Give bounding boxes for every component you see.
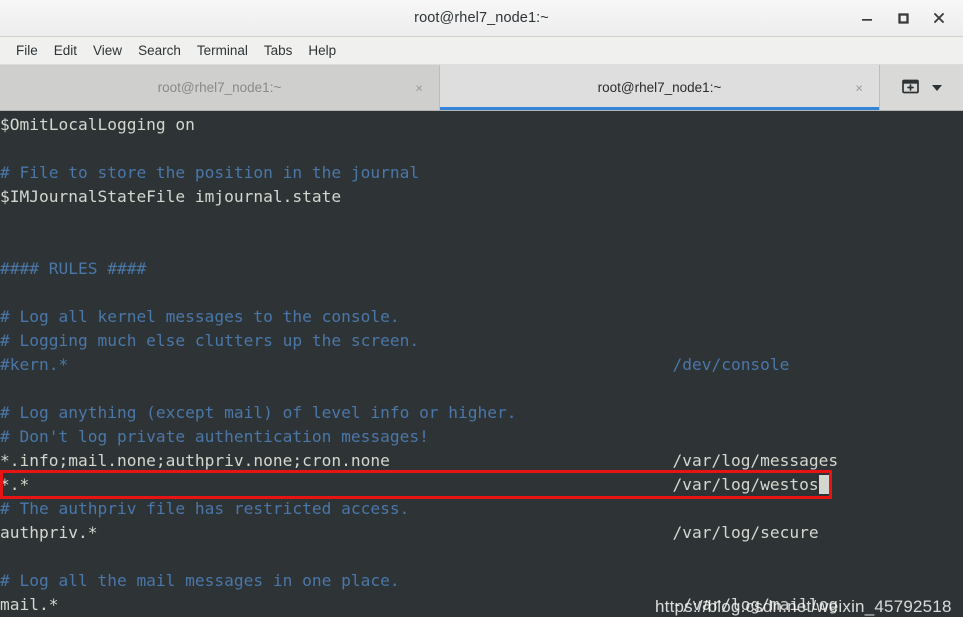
close-icon[interactable] [931, 10, 947, 26]
terminal-line: # The authpriv file has restricted acces… [0, 497, 963, 521]
menu-item-search[interactable]: Search [130, 40, 189, 61]
terminal-line: *.info;mail.none;authpriv.none;cron.none… [0, 449, 963, 473]
terminal-line-target: /dev/console [672, 355, 790, 374]
titlebar: root@rhel7_node1:~ [0, 0, 963, 37]
menu-item-help[interactable]: Help [300, 40, 344, 61]
terminal-line: $OmitLocalLogging on [0, 113, 963, 137]
terminal-line: # Log all the mail messages in one place… [0, 569, 963, 593]
terminal-line-text: # Logging much else clutters up the scre… [0, 331, 420, 350]
terminal-line-text: #### RULES #### [0, 259, 147, 278]
terminal-line: # Log all kernel messages to the console… [0, 305, 963, 329]
terminal-line: # Log anything (except mail) of level in… [0, 401, 963, 425]
tab-2-label: root@rhel7_node1:~ [597, 80, 722, 95]
tabbar-tools [880, 65, 963, 110]
terminal-line-text: # Don't log private authentication messa… [0, 427, 429, 446]
terminal-line-text: $IMJournalStateFile imjournal.state [0, 187, 342, 206]
text-cursor [818, 475, 829, 494]
terminal-line: # Don't log private authentication messa… [0, 425, 963, 449]
terminal-line: authpriv.* /var/log/secure [0, 521, 963, 545]
menu-item-file[interactable]: File [8, 40, 46, 61]
terminal-line-target: -/var/log/maillog [672, 595, 839, 614]
tabbar: root@rhel7_node1:~ × root@rhel7_node1:~ … [0, 65, 963, 111]
terminal-line-text: # Log all the mail messages in one place… [0, 571, 400, 590]
tab-1-close-icon[interactable]: × [415, 81, 423, 94]
tab-1-label: root@rhel7_node1:~ [157, 80, 282, 95]
terminal-line-text: authpriv.* [0, 523, 98, 542]
menubar: File Edit View Search Terminal Tabs Help [0, 37, 963, 65]
tab-2-close-icon[interactable]: × [855, 81, 863, 94]
terminal-line-target: /var/log/secure [672, 523, 819, 542]
terminal-line: *.* /var/log/westos [0, 473, 963, 497]
terminal-line-text: mail.* [0, 595, 59, 614]
terminal-line-target: /var/log/westos [672, 475, 819, 494]
maximize-icon[interactable] [895, 10, 911, 26]
window-controls [859, 10, 963, 26]
terminal-line-text: # The authpriv file has restricted acces… [0, 499, 410, 518]
terminal-output[interactable]: $OmitLocalLogging on # File to store the … [0, 111, 963, 617]
terminal-window: root@rhel7_node1:~ File Edit View Search… [0, 0, 963, 617]
menu-item-view[interactable]: View [85, 40, 130, 61]
new-tab-icon[interactable] [901, 76, 920, 100]
terminal-line: $IMJournalStateFile imjournal.state [0, 185, 963, 209]
terminal-line: mail.* -/var/log/maillog [0, 593, 963, 617]
menu-item-edit[interactable]: Edit [46, 40, 85, 61]
terminal-line-text: $OmitLocalLogging on [0, 115, 195, 134]
menu-item-tabs[interactable]: Tabs [256, 40, 301, 61]
terminal-line-text: *.* [0, 475, 30, 494]
terminal-line: # Logging much else clutters up the scre… [0, 329, 963, 353]
minimize-icon[interactable] [859, 10, 875, 26]
tab-1[interactable]: root@rhel7_node1:~ × [0, 65, 440, 110]
terminal-line-text: # Log anything (except mail) of level in… [0, 403, 517, 422]
terminal-line-target: /var/log/messages [672, 451, 839, 470]
terminal-line-text: # File to store the position in the jour… [0, 163, 420, 182]
terminal-line-text: *.info;mail.none;authpriv.none;cron.none [0, 451, 390, 470]
chevron-down-icon[interactable] [932, 84, 942, 91]
tab-2[interactable]: root@rhel7_node1:~ × [440, 65, 880, 110]
terminal-line: #### RULES #### [0, 257, 963, 281]
terminal-line: # File to store the position in the jour… [0, 161, 963, 185]
terminal-line: #kern.* /dev/console [0, 353, 963, 377]
terminal-line-text: #kern.* [0, 355, 69, 374]
menu-item-terminal[interactable]: Terminal [189, 40, 256, 61]
window-title: root@rhel7_node1:~ [414, 10, 549, 26]
terminal-line-text: # Log all kernel messages to the console… [0, 307, 400, 326]
